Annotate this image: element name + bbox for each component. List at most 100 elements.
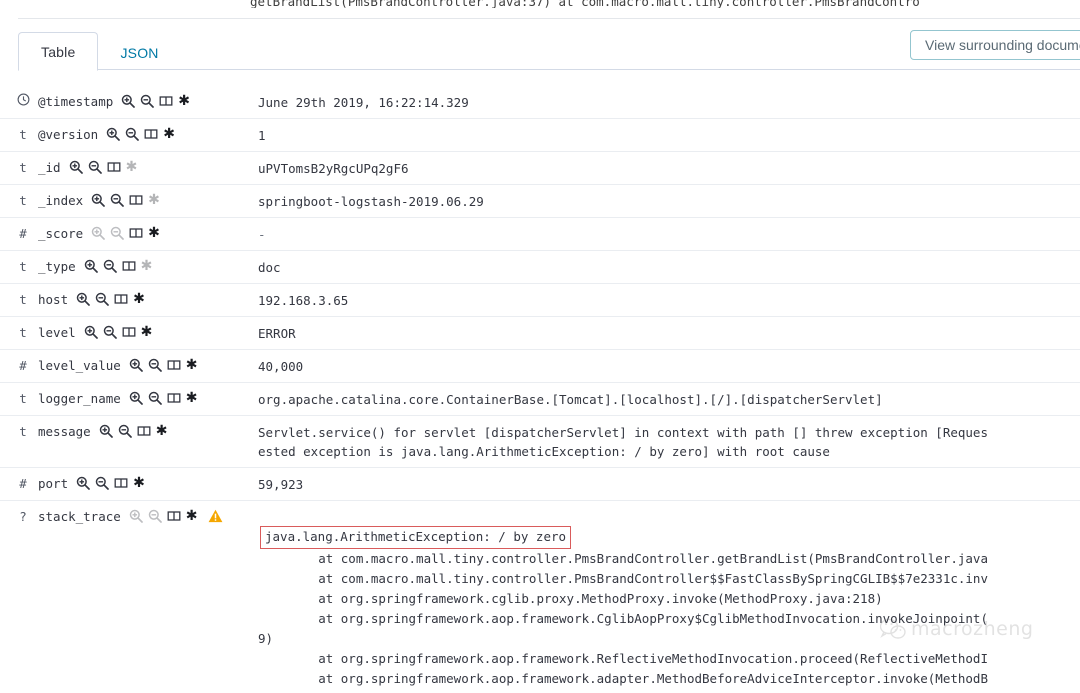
filter-for-value-button[interactable] [91,226,106,240]
toggle-column-button[interactable] [114,292,128,306]
filter-for-value-button[interactable] [129,358,143,372]
filter-out-value-button[interactable] [103,259,117,273]
toggle-column-button[interactable] [167,509,181,523]
magnify-minus-icon[interactable] [95,476,109,490]
magnify-plus-icon[interactable] [121,94,136,108]
toggle-column-icon[interactable] [122,259,136,273]
field-type-indicator: ? [19,509,27,524]
magnify-plus-icon[interactable] [84,325,98,339]
magnify-minus-icon[interactable] [88,160,102,174]
toggle-column-button[interactable] [122,259,136,273]
filter-for-value-button[interactable] [106,127,121,141]
filter-for-value-button[interactable] [121,94,136,108]
asterisk-icon[interactable]: ✱ [133,292,145,306]
asterisk-icon[interactable]: ✱ [186,358,198,372]
toggle-column-button[interactable] [129,226,143,240]
toggle-column-button[interactable] [167,358,181,372]
asterisk-icon[interactable]: ✱ [186,509,198,523]
magnify-minus-icon[interactable] [103,325,117,339]
filter-out-value-button[interactable] [118,424,132,438]
asterisk-icon[interactable]: ✱ [163,127,175,141]
asterisk-icon[interactable]: ✱ [178,94,190,108]
magnify-minus-icon[interactable] [140,94,155,108]
toggle-column-icon[interactable] [144,127,158,141]
toggle-column-button[interactable] [107,160,121,174]
field-type-indicator: # [19,476,27,491]
magnify-minus-icon[interactable] [118,424,132,438]
filter-out-value-button[interactable] [110,226,125,240]
filter-out-value-button[interactable] [103,325,117,339]
toggle-column-icon[interactable] [159,94,173,108]
toggle-column-icon[interactable] [167,509,181,523]
toggle-column-button[interactable] [167,391,181,405]
magnify-minus-icon[interactable] [148,391,162,405]
asterisk-icon[interactable]: ✱ [141,325,153,339]
asterisk-icon[interactable]: ✱ [148,226,160,240]
toggle-column-button[interactable] [159,94,173,108]
toggle-column-icon[interactable] [114,292,128,306]
toggle-column-button[interactable] [129,193,143,207]
filter-for-value-button[interactable] [99,424,113,438]
magnify-minus-icon[interactable] [95,292,109,306]
toggle-column-icon[interactable] [137,424,151,438]
filter-for-value-button[interactable] [76,476,90,490]
asterisk-icon[interactable]: ✱ [126,160,138,174]
filter-out-value-button[interactable] [148,509,162,523]
asterisk-icon[interactable]: ✱ [133,476,145,490]
magnify-plus-icon[interactable] [84,259,98,273]
filter-out-value-button[interactable] [110,193,125,207]
toggle-column-icon[interactable] [167,391,181,405]
toggle-column-icon[interactable] [107,160,121,174]
magnify-plus-icon[interactable] [106,127,121,141]
magnify-minus-icon[interactable] [148,358,162,372]
filter-out-value-button[interactable] [95,292,109,306]
magnify-plus-icon[interactable] [129,391,143,405]
toggle-column-button[interactable] [122,325,136,339]
toggle-column-icon[interactable] [129,226,143,240]
filter-for-value-button[interactable] [84,259,98,273]
filter-for-value-button[interactable] [69,160,83,174]
magnify-minus-icon[interactable] [125,127,140,141]
toggle-column-button[interactable] [144,127,158,141]
field-name-cell: t @version ✱ [0,126,250,144]
filter-out-value-button[interactable] [148,391,162,405]
filter-out-value-button[interactable] [140,94,155,108]
filter-out-value-button[interactable] [95,476,109,490]
magnify-minus-icon[interactable] [110,226,125,240]
toggle-column-icon[interactable] [114,476,128,490]
filter-for-value-button[interactable] [91,193,106,207]
filter-out-value-button[interactable] [88,160,102,174]
field-name-cell: # port ✱ [0,475,250,493]
filter-for-value-button[interactable] [129,391,143,405]
magnify-plus-icon[interactable] [129,509,143,523]
filter-for-value-button[interactable] [84,325,98,339]
filter-for-value-button[interactable] [129,509,143,523]
field-value-logger-name: org.apache.catalina.core.ContainerBase.[… [258,392,883,407]
tab-table[interactable]: Table [18,32,99,71]
magnify-plus-icon[interactable] [91,226,106,240]
filter-out-value-button[interactable] [148,358,162,372]
magnify-plus-icon[interactable] [129,358,143,372]
toggle-column-icon[interactable] [129,193,143,207]
magnify-minus-icon[interactable] [110,193,125,207]
asterisk-icon[interactable]: ✱ [156,424,168,438]
magnify-plus-icon[interactable] [69,160,83,174]
toggle-column-icon[interactable] [167,358,181,372]
filter-out-value-button[interactable] [125,127,140,141]
asterisk-icon[interactable]: ✱ [141,259,153,273]
tab-json[interactable]: JSON [98,34,180,71]
magnify-plus-icon[interactable] [76,292,90,306]
magnify-minus-icon[interactable] [148,509,162,523]
magnify-plus-icon[interactable] [76,476,90,490]
filter-for-value-button[interactable] [76,292,90,306]
magnify-minus-icon[interactable] [103,259,117,273]
magnify-plus-icon[interactable] [91,193,106,207]
asterisk-icon[interactable]: ✱ [186,391,198,405]
toggle-column-icon[interactable] [122,325,136,339]
toggle-column-button[interactable] [137,424,151,438]
toggle-column-button[interactable] [114,476,128,490]
asterisk-icon[interactable]: ✱ [148,193,160,207]
stack-trace-line: at org.springframework.aop.framework.ada… [258,671,988,686]
view-surrounding-documents-button[interactable]: View surrounding documents [910,30,1080,60]
magnify-plus-icon[interactable] [99,424,113,438]
